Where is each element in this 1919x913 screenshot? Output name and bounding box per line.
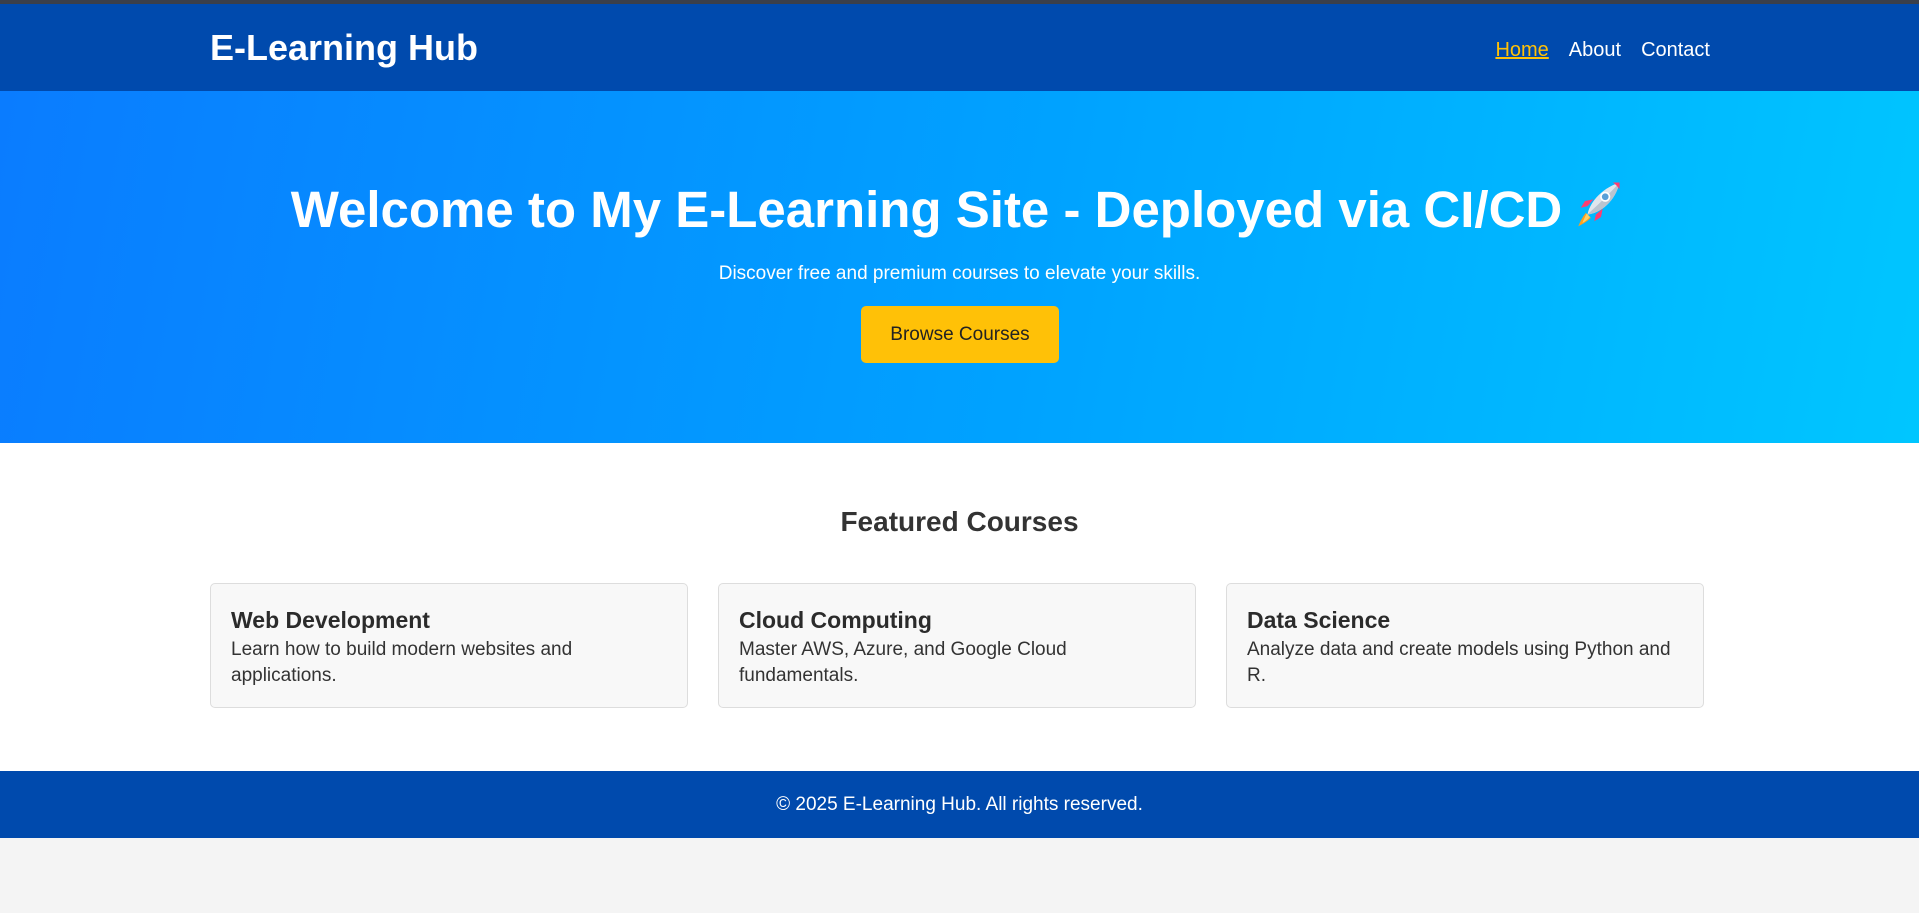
site-logo[interactable]: E-Learning Hub bbox=[210, 28, 478, 68]
site-footer: © 2025 E-Learning Hub. All rights reserv… bbox=[0, 771, 1919, 838]
hero-title-text: Welcome to My E-Learning Site - Deployed… bbox=[290, 181, 1563, 238]
course-card-cloud-computing[interactable]: Cloud Computing Master AWS, Azure, and G… bbox=[718, 583, 1196, 708]
rocket-icon bbox=[1574, 174, 1628, 241]
course-card-title: Web Development bbox=[231, 607, 430, 633]
featured-courses-section: Featured Courses Web Development Learn h… bbox=[0, 443, 1919, 771]
course-card-description: Master AWS, Azure, and Google Cloud fund… bbox=[739, 638, 1067, 687]
hero-subtitle: Discover free and premium courses to ele… bbox=[718, 263, 1201, 284]
course-card-title: Data Science bbox=[1247, 607, 1391, 633]
course-card-description: Analyze data and create models using Pyt… bbox=[1247, 638, 1671, 687]
browse-courses-button[interactable]: Browse Courses bbox=[861, 306, 1059, 363]
featured-courses-title: Featured Courses bbox=[840, 506, 1079, 537]
course-card-description: Learn how to build modern websites and a… bbox=[231, 638, 573, 687]
footer-copyright: © 2025 E-Learning Hub. All rights reserv… bbox=[776, 794, 1143, 815]
hero-section: Welcome to My E-Learning Site - Deployed… bbox=[0, 91, 1919, 443]
nav-link-contact[interactable]: Contact bbox=[1641, 38, 1710, 62]
nav-link-home[interactable]: Home bbox=[1495, 38, 1548, 62]
hero-title: Welcome to My E-Learning Site - Deployed… bbox=[0, 179, 1919, 247]
main-nav: Home About Contact bbox=[1495, 38, 1710, 62]
course-card-title: Cloud Computing bbox=[739, 607, 932, 633]
site-header: E-Learning Hub Home About Contact bbox=[0, 4, 1919, 91]
course-card-web-development[interactable]: Web Development Learn how to build moder… bbox=[210, 583, 688, 708]
course-card-list: Web Development Learn how to build moder… bbox=[210, 583, 1710, 708]
course-card-data-science[interactable]: Data Science Analyze data and create mod… bbox=[1226, 583, 1704, 708]
nav-link-about[interactable]: About bbox=[1569, 38, 1621, 62]
